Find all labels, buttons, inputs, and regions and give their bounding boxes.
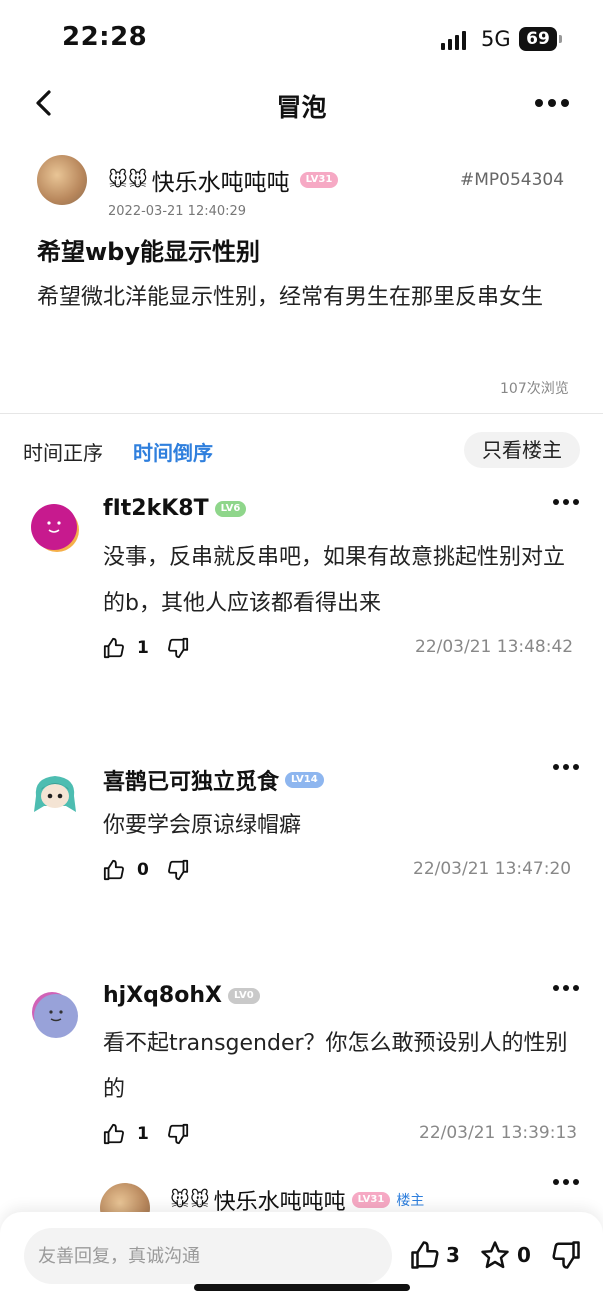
post-like-count: 3 [446, 1243, 460, 1267]
comment-text: 没事，反串就反串吧，如果有故意挑起性别对立的b，其他人应该都看得出来 [103, 545, 566, 616]
status-time: 22:28 [62, 22, 148, 52]
post-time: 2022-03-21 12:40:29 [108, 204, 247, 219]
comment-actions: 1 [103, 1123, 189, 1145]
like-count: 1 [137, 638, 149, 658]
level-badge: LV14 [285, 772, 324, 788]
level-badge: LV31 [351, 1192, 391, 1208]
star-icon [481, 1241, 509, 1269]
commenter-name[interactable]: 喜鹊已可独立觅食 LV14 [103, 764, 324, 796]
commenter-name[interactable]: hjXq8ohX LV0 [103, 983, 260, 1008]
more-options-icon[interactable] [534, 96, 570, 110]
comment-more-icon[interactable] [552, 762, 580, 772]
battery-icon: 69 [519, 27, 562, 51]
comment-more-icon[interactable] [552, 497, 580, 507]
like-count: 0 [137, 860, 149, 880]
commenter-avatar[interactable] [30, 768, 80, 818]
post-title: 希望wby能显示性别 [37, 238, 260, 266]
comment-more-icon[interactable] [552, 983, 580, 993]
signal-icon [441, 31, 466, 50]
comment-time: 22/03/21 13:47:20 [413, 859, 572, 879]
comment-actions: 1 [103, 637, 189, 659]
like-count: 1 [137, 1124, 149, 1144]
commenter-avatar[interactable] [30, 503, 80, 553]
post-id: #MP054304 [460, 170, 565, 190]
author-emoji: 🐭🐭 [108, 169, 148, 191]
like-icon[interactable] [103, 637, 125, 659]
only-op-button[interactable]: 只看楼主 [464, 432, 580, 468]
level-badge: LV31 [299, 172, 339, 188]
like-icon[interactable] [103, 859, 125, 881]
dislike-icon[interactable] [167, 859, 189, 881]
comment-time: 22/03/21 13:39:13 [419, 1123, 578, 1143]
post-author-avatar[interactable] [37, 155, 87, 205]
commenter-avatar[interactable] [30, 990, 80, 1040]
author-emoji: 🐭🐭 [170, 1189, 210, 1211]
author-name: 快乐水吨吨吨 [151, 170, 290, 196]
dislike-icon[interactable] [551, 1240, 581, 1270]
comment-time: 22/03/21 13:48:42 [415, 637, 574, 657]
battery-level: 69 [519, 27, 557, 51]
level-badge: LV6 [214, 500, 247, 517]
like-icon [411, 1241, 439, 1269]
post-body: 希望微北洋能显示性别，经常有男生在那里反串女生 [37, 285, 544, 310]
comment-actions: 0 [103, 859, 189, 881]
post-like-button[interactable]: 3 [410, 1240, 460, 1270]
favorite-count: 0 [517, 1243, 531, 1267]
dislike-icon[interactable] [167, 637, 189, 659]
reply-input[interactable] [24, 1228, 392, 1284]
commenter-name[interactable]: fIt2kK8T LV6 [103, 496, 247, 521]
level-badge: LV0 [227, 987, 260, 1004]
favorite-button[interactable]: 0 [479, 1240, 531, 1270]
comment-more-icon[interactable] [552, 1177, 580, 1187]
page-title: 冒泡 [276, 93, 327, 122]
dislike-icon[interactable] [167, 1123, 189, 1145]
op-tag: 楼主 [396, 1193, 425, 1209]
sort-descending-tab[interactable]: 时间倒序 [133, 437, 213, 466]
network-type: 5G [481, 27, 511, 51]
like-icon[interactable] [103, 1123, 125, 1145]
sort-ascending-tab[interactable]: 时间正序 [23, 437, 103, 466]
comment-text: 你要学会原谅绿帽癖 [103, 813, 302, 838]
view-count: 107次浏览 [500, 381, 569, 397]
divider [0, 413, 603, 414]
home-indicator [194, 1284, 410, 1291]
comment-text: 看不起transgender？你怎么敢预设别人的性别的 [103, 1031, 568, 1102]
post-author[interactable]: 🐭🐭 快乐水吨吨吨 LV31 [108, 163, 339, 197]
